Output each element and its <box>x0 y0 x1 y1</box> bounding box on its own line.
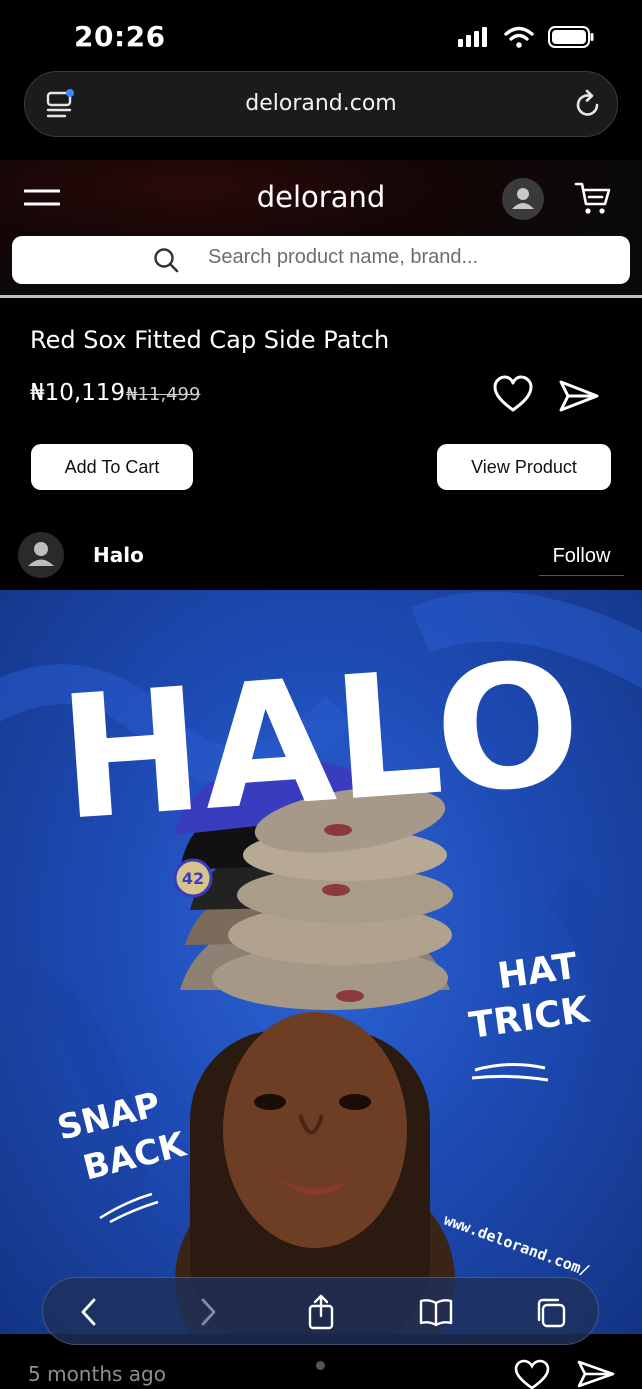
search-input[interactable] <box>208 246 608 269</box>
bookmarks-icon[interactable] <box>419 1297 453 1327</box>
heart-icon[interactable] <box>513 1358 551 1389</box>
post-image-artwork: 42 HALO HAT TRICK SNAP BACK www.delorand… <box>0 591 642 1334</box>
back-icon[interactable] <box>77 1297 101 1327</box>
account-icon[interactable] <box>502 178 544 220</box>
forward-icon[interactable] <box>196 1297 220 1327</box>
avatar[interactable] <box>18 532 64 578</box>
product-old-price: ₦11,499 <box>126 384 201 405</box>
share-icon[interactable] <box>558 376 600 416</box>
share-sheet-icon[interactable] <box>307 1294 335 1330</box>
status-bar: 20:26 <box>0 0 642 70</box>
add-to-cart-button[interactable]: Add To Cart <box>31 444 193 490</box>
site-brand[interactable]: delorand <box>0 180 642 214</box>
carousel-dot <box>316 1361 325 1370</box>
trick-text: TRICK <box>467 989 593 1046</box>
status-time: 20:26 <box>74 20 166 53</box>
headline-text: HALO <box>54 625 587 859</box>
tabs-overview-icon[interactable] <box>535 1297 567 1329</box>
view-product-button[interactable]: View Product <box>437 444 611 490</box>
wifi-icon <box>504 26 534 48</box>
heart-icon[interactable] <box>492 374 534 414</box>
browser-toolbar <box>42 1277 599 1345</box>
battery-icon <box>548 26 594 48</box>
website-text: www.delorand.com/ <box>441 1211 591 1280</box>
search-icon[interactable] <box>153 247 179 273</box>
product-price: ₦10,119 <box>30 380 126 406</box>
product-title[interactable]: Red Sox Fitted Cap Side Patch <box>30 326 389 354</box>
status-icons <box>458 26 594 48</box>
post-time: 5 months ago <box>28 1362 166 1386</box>
signal-icon <box>458 27 487 47</box>
hat-text: HAT <box>495 946 580 998</box>
post-author[interactable]: Halo <box>93 543 144 567</box>
address-bar[interactable]: delorand.com <box>24 71 618 137</box>
share-icon[interactable] <box>576 1358 616 1389</box>
cart-icon[interactable] <box>574 180 612 216</box>
post-image[interactable]: 42 HALO HAT TRICK SNAP BACK www.delorand… <box>0 590 642 1334</box>
reload-icon[interactable] <box>573 88 603 120</box>
url-text[interactable]: delorand.com <box>25 91 617 116</box>
header-divider <box>0 295 642 298</box>
cap-patch-text: 42 <box>182 869 204 888</box>
follow-button[interactable]: Follow <box>539 538 624 576</box>
search-box[interactable] <box>12 236 630 284</box>
